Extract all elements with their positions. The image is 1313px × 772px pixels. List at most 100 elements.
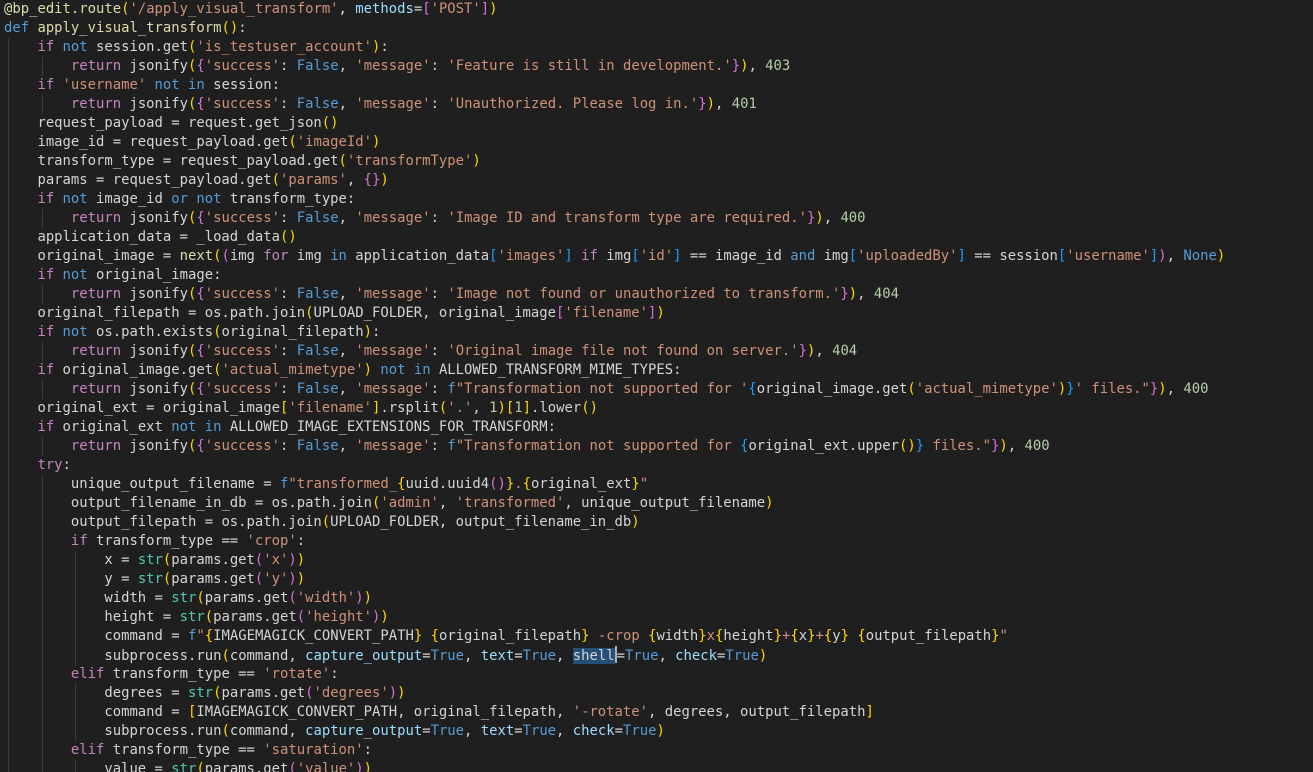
code-token: + [815, 628, 824, 644]
code-token: } [798, 343, 807, 359]
code-line[interactable]: @bp_edit.route('/apply_visual_transform'… [0, 0, 1313, 19]
code-line[interactable]: value = str(params.get('value')) [0, 760, 1313, 772]
code-line[interactable]: original_ext = original_image ['filename'… [0, 399, 1313, 418]
code-token: ) [589, 400, 598, 416]
code-line[interactable]: elif transform_type == 'saturation': [0, 741, 1313, 760]
code-line[interactable]: if not session.get('is_testuser_account'… [0, 38, 1313, 57]
code-token: } [631, 476, 640, 492]
code-token: request_payload = request.get_json [37, 115, 322, 131]
code-editor[interactable]: @bp_edit.route ('/apply_visual_transform'… [0, 0, 1313, 772]
code-line[interactable]: try: [0, 456, 1313, 475]
code-line[interactable]: return jsonify({'success': False, 'messa… [0, 437, 1313, 456]
code-token: = [514, 723, 523, 739]
code-token: degrees = [104, 685, 188, 701]
code-line[interactable]: command = f"{IMAGEMAGICK_CONVERT_PATH} {… [0, 627, 1313, 646]
code-token: 'username' [1066, 248, 1150, 264]
code-token: 'Feature is still in development.' [447, 58, 732, 74]
code-line[interactable]: request_payload = request.get_json() [0, 114, 1313, 133]
code-line[interactable]: if not original_image: [0, 266, 1313, 285]
code-line[interactable]: return jsonify({'success': False, 'messa… [0, 342, 1313, 361]
code-line[interactable]: params = request_payload.get('params', {… [0, 171, 1313, 190]
indent-guide [42, 589, 43, 608]
code-token: = [614, 723, 623, 739]
code-line[interactable]: output_filename_in_db = os.path.join('ad… [0, 494, 1313, 513]
code-token: ( [221, 648, 230, 664]
code-line[interactable]: if 'username' not in session: [0, 76, 1313, 95]
code-token: True [430, 723, 465, 739]
code-token: transform_type == [112, 666, 264, 682]
code-token: 'actual_mimetype' [915, 381, 1058, 397]
code-line[interactable]: elif transform_type == 'rotate': [0, 665, 1313, 684]
code-line[interactable]: image_id = request_payload.get('imageId'… [0, 133, 1313, 152]
code-token: : [430, 286, 448, 302]
code-line[interactable]: return jsonify({'success': False, 'messa… [0, 285, 1313, 304]
code-token: , [338, 210, 356, 226]
indent-guide [75, 551, 76, 570]
code-token: , [1166, 381, 1184, 397]
code-token: { [196, 210, 205, 226]
code-token: transform_type == [96, 533, 247, 549]
code-line[interactable]: application_data = _load_data() [0, 228, 1313, 247]
code-token: ) [372, 134, 381, 150]
indent-guide [8, 190, 9, 209]
code-token: ) [631, 514, 640, 530]
code-token: ) [1158, 248, 1167, 264]
code-token: not in [154, 77, 214, 93]
indent-guide [8, 209, 9, 228]
code-line[interactable]: return jsonify({'success': False, 'messa… [0, 209, 1313, 228]
code-line[interactable]: y = str(params.get('y')) [0, 570, 1313, 589]
code-token: , [1166, 248, 1184, 264]
code-line[interactable]: degrees = str(params.get('degrees')) [0, 684, 1313, 703]
code-line[interactable]: width = str(params.get('width')) [0, 589, 1313, 608]
code-token: ) [296, 571, 306, 587]
code-line[interactable]: x = str(params.get('x')) [0, 551, 1313, 570]
code-token: subprocess.run [104, 723, 222, 739]
code-line[interactable]: return jsonify({'success': False, 'messa… [0, 57, 1313, 76]
indent-guide [8, 551, 9, 570]
code-token: ) [1216, 248, 1226, 264]
code-line[interactable]: original_filepath = os.path.join(UPLOAD_… [0, 304, 1313, 323]
code-token: False [296, 381, 339, 397]
code-line[interactable]: if transform_type == 'crop': [0, 532, 1313, 551]
code-token: for [263, 248, 297, 264]
code-token: ( [338, 153, 347, 169]
code-token: False [296, 438, 339, 454]
code-line[interactable]: subprocess.run(command, capture_output=T… [0, 722, 1313, 741]
code-token: "transformed_ [288, 476, 398, 492]
code-line[interactable]: command = [IMAGEMAGICK_CONVERT_PATH, ori… [0, 703, 1313, 722]
code-line[interactable]: return jsonify({'success': False, 'messa… [0, 380, 1313, 399]
code-line[interactable]: output_filepath = os.path.join(UPLOAD_FO… [0, 513, 1313, 532]
code-line[interactable]: height = str(params.get('height')) [0, 608, 1313, 627]
code-token: , [748, 58, 766, 74]
indent-guide [8, 570, 9, 589]
code-line[interactable]: if original_ext not in ALLOWED_IMAGE_EXT… [0, 418, 1313, 437]
code-token: } [731, 58, 741, 74]
code-line[interactable]: original_image = next((img for img in ap… [0, 247, 1313, 266]
code-token: .rsplit [380, 400, 439, 416]
code-token: } [581, 628, 590, 644]
code-token: } [840, 628, 849, 644]
code-line[interactable]: transform_type = request_payload.get('tr… [0, 152, 1313, 171]
code-line[interactable]: if original_image.get('actual_mimetype')… [0, 361, 1313, 380]
code-line[interactable]: if not image_id or not transform_type: [0, 190, 1313, 209]
code-line[interactable]: subprocess.run(command, capture_output=T… [0, 646, 1313, 665]
code-line[interactable]: return jsonify({'success': False, 'messa… [0, 95, 1313, 114]
code-token: " [999, 628, 1008, 644]
code-line[interactable]: def apply_visual_transform(): [0, 19, 1313, 38]
code-token: False [296, 286, 339, 302]
code-token: return [70, 286, 130, 302]
code-line[interactable]: unique_output_filename = f"transformed_{… [0, 475, 1313, 494]
code-token: ) [815, 210, 824, 226]
code-token: uuid.uuid4 [405, 476, 490, 492]
code-line[interactable]: if not os.path.exists(original_filepath)… [0, 323, 1313, 342]
code-token: return [70, 343, 130, 359]
indent-guide [42, 57, 43, 76]
code-token: False [296, 96, 339, 112]
indent-guide [8, 741, 9, 760]
